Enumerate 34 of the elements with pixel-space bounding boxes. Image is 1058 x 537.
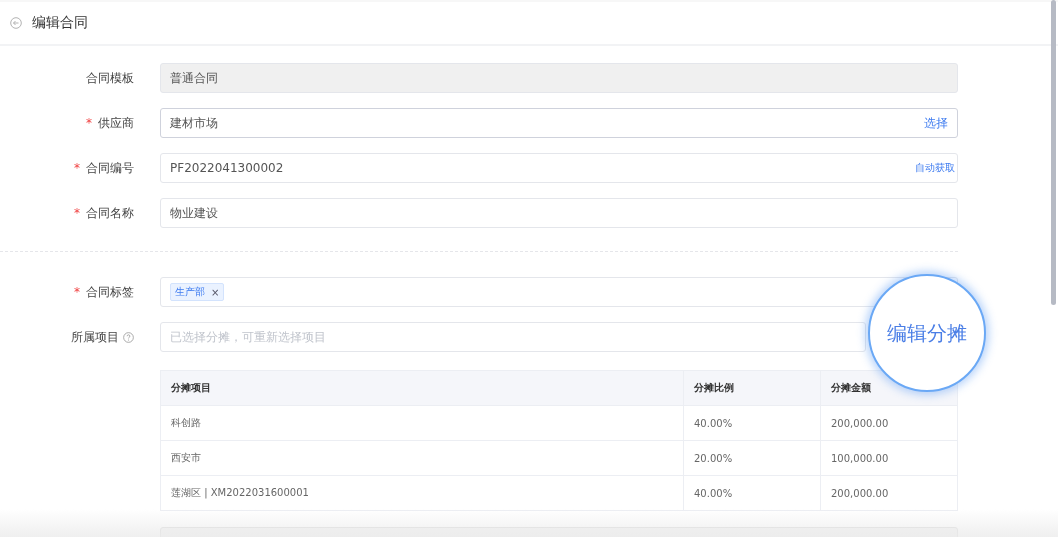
field-label: 合同名称 [86, 204, 134, 222]
field-label: 合同标签 [86, 283, 134, 301]
tag-remove[interactable]: × [211, 286, 220, 298]
scrollbar-thumb[interactable] [1051, 0, 1056, 305]
input-field[interactable]: 物业建设 [160, 198, 958, 228]
tag-field[interactable]: 生产部 × [160, 277, 958, 307]
required-mark: * [74, 161, 80, 175]
help-icon [123, 331, 134, 343]
table-cell: 40.00% [683, 405, 820, 440]
field-label: 合同模板 [86, 69, 134, 87]
table-cell: 西安市 [161, 440, 683, 475]
table-cell: 100,000.00 [820, 440, 957, 475]
page-title: 编辑合同 [32, 14, 88, 32]
field-link[interactable]: 选择 [924, 114, 948, 132]
table-cell: 200,000.00 [820, 405, 957, 440]
field-label: 供应商 [98, 114, 134, 132]
table-cell: 40.00% [683, 475, 820, 510]
readonly-field: 普通合同 [160, 63, 958, 93]
required-mark: * [86, 116, 92, 130]
input-field[interactable]: 建材市场 选择 [160, 108, 958, 138]
tag: 生产部 × [170, 283, 225, 301]
field-link[interactable]: 自动获取 [915, 161, 955, 175]
table-cell: 科创路 [161, 405, 683, 440]
column-header: 分摊比例 [683, 371, 820, 405]
table-cell: 20.00% [683, 440, 820, 475]
back-icon[interactable] [10, 17, 22, 29]
input-field[interactable]: PF2022041300002 自动获取 [160, 153, 958, 183]
column-header: 分摊项目 [161, 371, 683, 405]
required-mark: * [74, 206, 80, 220]
table-cell: 莲湖区 | XM2022031600001 [161, 475, 683, 510]
required-mark: * [74, 285, 80, 299]
field-label: 合同编号 [86, 159, 134, 177]
table-cell: 200,000.00 [820, 475, 957, 510]
field-label: 所属项目 [71, 328, 119, 346]
